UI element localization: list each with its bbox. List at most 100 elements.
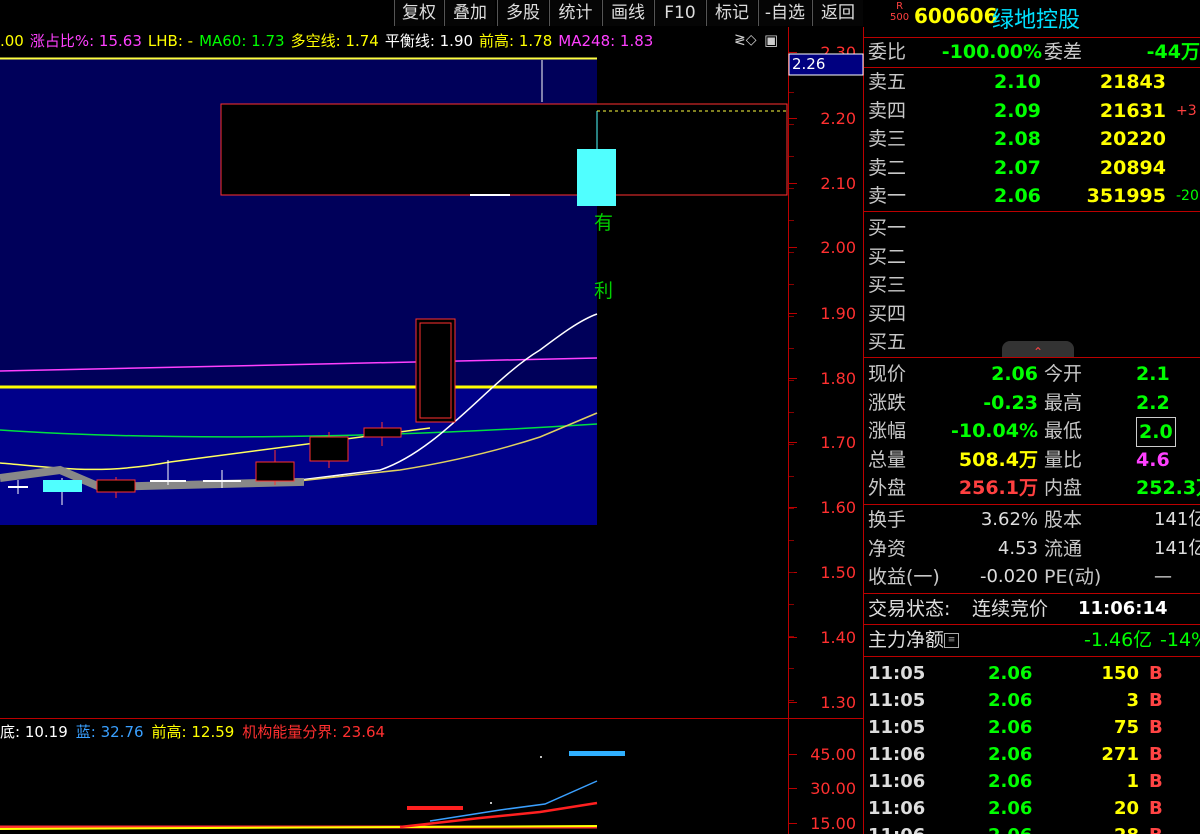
net-flow-row[interactable]: 主力净额 ≡ -1.46亿 -14% — [864, 626, 1200, 654]
candle — [255, 461, 295, 482]
indicator-value: 涨占比%: 15.63 — [29, 32, 142, 50]
stat-row: 外盘 256.1万内盘 252.3万 — [864, 474, 1200, 502]
indicator-legend-bar: .00 涨占比%: 15.63 LHB: - MA60: 1.73 多空线: 1.74 平… — [0, 30, 760, 54]
price-axis: 2.302.202.102.001.901.801.701.601.501.40… — [789, 43, 856, 712]
ratio-label: 委比 — [868, 41, 907, 63]
candle-limit-down — [577, 149, 616, 206]
fundamental-value: -0.020 — [979, 566, 1038, 588]
tick-time: 11:05 — [868, 717, 926, 738]
ask-volume: 20220 — [1099, 128, 1166, 151]
tick-row[interactable]: 11:06 2.06 20 B — [864, 795, 1200, 822]
tick-time: 11:06 — [868, 822, 925, 834]
stat-label: 最低 — [1044, 420, 1083, 443]
net-flow-label: 主力净额 — [868, 629, 945, 651]
tick-direction: B — [1149, 822, 1163, 834]
toolbar-button[interactable]: 统计 — [549, 0, 601, 26]
toolbar-button[interactable]: 画线 — [602, 0, 653, 26]
list-icon[interactable]: ≡ — [944, 633, 959, 648]
ask-volume: 21631 — [1099, 99, 1166, 122]
sub-axis-label: 15.00 — [810, 814, 856, 833]
ask-level-row[interactable]: 卖四 2.09 21631 +3 — [864, 97, 1200, 125]
tick-volume: 3 — [1126, 690, 1139, 711]
tick-direction: B — [1149, 717, 1163, 738]
stat-value: 2.2 — [1136, 391, 1170, 414]
bid-level-row[interactable]: 买一 — [864, 214, 1200, 242]
bid-label: 买三 — [868, 274, 907, 297]
ask-level-row[interactable]: 卖三 2.08 20220 — [864, 125, 1200, 153]
fundamental-value: — — [1154, 566, 1172, 588]
fundamental-value: 3.62% — [980, 509, 1038, 530]
toolbar-button[interactable]: -自选 — [758, 0, 811, 26]
badge-bottom: 500 — [890, 12, 910, 23]
tick-row[interactable]: 11:05 2.06 75 B — [864, 714, 1200, 741]
sub-axis-label: 45.00 — [810, 745, 856, 764]
stat-value: 2.1 — [1136, 363, 1170, 385]
indicator-value: 多空线: 1.74 — [290, 32, 379, 50]
price-axis-label: 1.60 — [820, 498, 856, 517]
kline-chart-canvas[interactable]: 2.302.202.102.001.901.801.701.601.501.40… — [0, 0, 864, 834]
sub-indicator-legend: 底: 10.19 蓝: 32.76 前高: 12.59 机构能量分界: 23.64 — [0, 721, 393, 743]
ask-level-row[interactable]: 卖一 2.06 351995 -20 — [864, 182, 1200, 210]
candle — [363, 427, 402, 438]
chart-toolbar: 复权 叠加 多股 统计 画线 F10 标记 -自选 返回 — [0, 0, 864, 27]
ask-level-row[interactable]: 卖二 2.07 20894 — [864, 154, 1200, 182]
tick-volume: 20 — [1113, 798, 1139, 819]
stat-row: 涨幅 -10.04% 最低 2.0 — [864, 417, 1200, 448]
stat-label: 最高 — [1044, 391, 1083, 414]
stat-label: 量比 — [1044, 448, 1083, 471]
indicator-value: MA60: 1.73 — [199, 32, 285, 50]
ask-volume: 21843 — [1099, 71, 1166, 93]
stat-value: 2.06 — [991, 363, 1038, 385]
tick-time: 11:06 — [868, 798, 926, 819]
chart-highlight-zone-lower — [0, 388, 597, 525]
divider — [864, 211, 1200, 212]
stock-name[interactable]: 绿地控股 — [992, 2, 1080, 34]
net-flow-pct: -14% — [1160, 629, 1200, 651]
indicator-value: MA248: 1.83 — [558, 32, 654, 50]
tick-row[interactable]: 11:06 2.06 28 B — [864, 822, 1200, 834]
collapse-toggle[interactable]: ⌃ — [1002, 341, 1074, 359]
stock-code: 600606 — [914, 4, 998, 28]
tick-price: 2.06 — [988, 771, 1033, 792]
ratio-value: -100.00% — [941, 41, 1042, 63]
tick-time: 11:05 — [868, 690, 926, 711]
divider — [864, 656, 1200, 657]
tick-row[interactable]: 11:05 2.06 150 B — [864, 660, 1200, 687]
dot-marker — [540, 756, 542, 758]
indicator-switch-icon[interactable]: ≷◇ — [734, 32, 757, 48]
tick-row[interactable]: 11:06 2.06 1 B — [864, 768, 1200, 795]
order-ratio-row: 委比 -100.00% 委差 -44万 — [864, 38, 1200, 66]
ask-change: +3 — [1176, 102, 1197, 119]
toolbar-button[interactable]: 多股 — [497, 0, 548, 26]
tick-row[interactable]: 11:06 2.06 271 B — [864, 741, 1200, 768]
ask-level-row[interactable]: 卖五 2.10 21843 — [864, 68, 1200, 96]
toolbar-button[interactable]: 返回 — [812, 0, 863, 26]
bid-level-row[interactable]: 买四 — [864, 300, 1200, 328]
stat-label: 内盘 — [1044, 477, 1083, 500]
tick-time: 11:05 — [868, 663, 926, 684]
bid-level-row[interactable]: 买二 — [864, 243, 1200, 271]
candle — [43, 480, 82, 492]
tick-volume: 150 — [1101, 663, 1139, 684]
toolbar-button[interactable]: 叠加 — [444, 0, 495, 26]
toolbar-button[interactable]: 标记 — [706, 0, 757, 26]
bid-level-row[interactable]: 买三 — [864, 271, 1200, 299]
indicator-settings-icon[interactable]: ▣ — [764, 31, 778, 49]
toolbar-button[interactable]: 复权 — [394, 0, 443, 26]
tick-row[interactable]: 11:05 2.06 3 B — [864, 687, 1200, 714]
dot-marker — [490, 802, 492, 804]
indicator-value: .00 — [0, 32, 24, 50]
price-axis-label: 2.00 — [820, 238, 856, 257]
stat-value: -10.04% — [950, 420, 1038, 443]
fundamental-label: 收益(一) — [868, 566, 940, 589]
price-axis-label: 1.80 — [820, 369, 856, 388]
tick-time: 11:06 — [868, 771, 926, 792]
kline-chart-pane[interactable]: 2.30 2.20 2.10 2.00 1.90 1.80 1.70 1.60 1.50 1.40… — [0, 0, 864, 834]
fundamental-row: 换手 3.62% 股本 141亿 — [864, 506, 1200, 534]
toolbar-button[interactable]: F10 — [654, 0, 705, 26]
stat-row: 总量 508.4万 量比 4.6 — [864, 446, 1200, 474]
tick-volume: 28 — [1089, 822, 1139, 834]
ask-volume: 20894 — [1099, 156, 1166, 179]
price-axis-label: 1.30 — [820, 693, 856, 712]
divider — [864, 357, 1200, 358]
